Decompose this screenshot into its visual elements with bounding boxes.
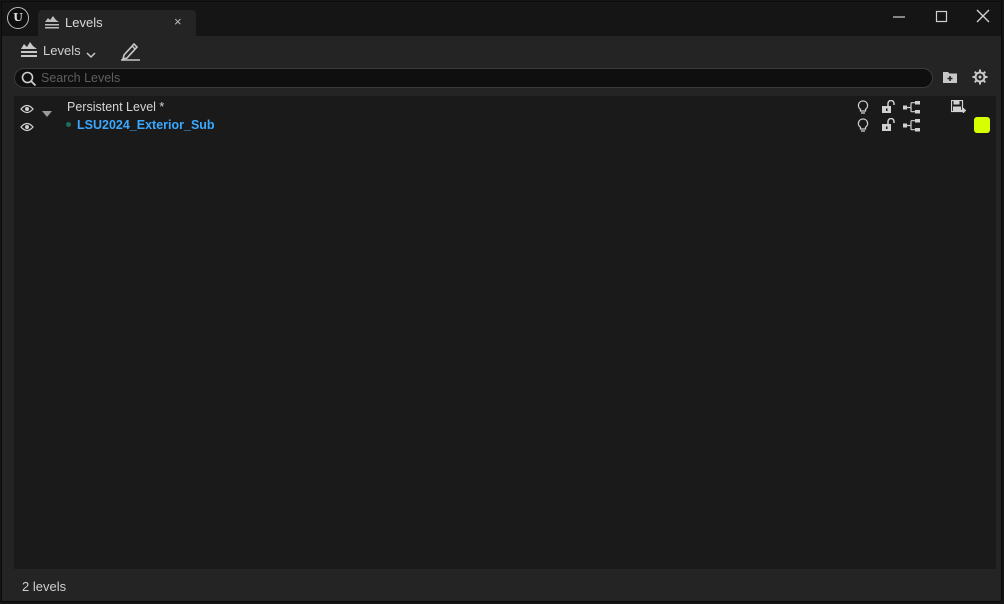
save-icon[interactable] [950, 99, 967, 117]
search-bar[interactable] [14, 68, 933, 88]
title-bar: U Levels × [2, 2, 1001, 36]
unlock-icon[interactable] [881, 117, 895, 135]
edit-pencil-icon[interactable] [120, 41, 142, 64]
levels-list: Persistent Level * LSU2024_Exterior_Sub [14, 96, 996, 569]
lightbulb-icon[interactable] [857, 118, 869, 136]
level-name: Persistent Level * [67, 100, 165, 114]
levels-button-label: Levels [43, 43, 81, 58]
level-count-status: 2 levels [22, 579, 67, 594]
hierarchy-icon[interactable] [903, 101, 921, 117]
unlock-icon[interactable] [881, 99, 895, 117]
levels-stack-icon [20, 42, 38, 61]
eye-icon[interactable] [20, 120, 34, 135]
search-icon [21, 71, 37, 90]
unreal-logo-icon[interactable]: U [7, 7, 29, 29]
level-row-sublevel[interactable]: LSU2024_Exterior_Sub [14, 116, 996, 134]
hierarchy-icon[interactable] [903, 119, 921, 135]
level-name: LSU2024_Exterior_Sub [77, 118, 215, 132]
toolbar: Levels [2, 36, 1001, 66]
close-icon[interactable] [971, 6, 995, 28]
level-dot-icon [66, 122, 71, 127]
minimize-icon[interactable] [887, 6, 911, 28]
chevron-down-icon [86, 47, 96, 62]
tab-title: Levels [65, 15, 103, 30]
maximize-icon[interactable] [929, 6, 953, 28]
tab-close-icon[interactable]: × [174, 14, 182, 29]
levels-dropdown-button[interactable]: Levels [18, 39, 102, 63]
level-row-persistent[interactable]: Persistent Level * [14, 98, 996, 117]
tab-levels[interactable]: Levels × [38, 10, 196, 36]
levels-window: U Levels × Levels Search Levels Persiste… [1, 1, 1002, 602]
add-folder-icon[interactable] [942, 69, 958, 88]
gear-icon[interactable] [972, 69, 988, 88]
level-color-swatch[interactable] [974, 117, 990, 133]
levels-tab-icon [44, 16, 60, 33]
search-input[interactable] [41, 70, 921, 86]
eye-icon[interactable] [20, 102, 34, 117]
